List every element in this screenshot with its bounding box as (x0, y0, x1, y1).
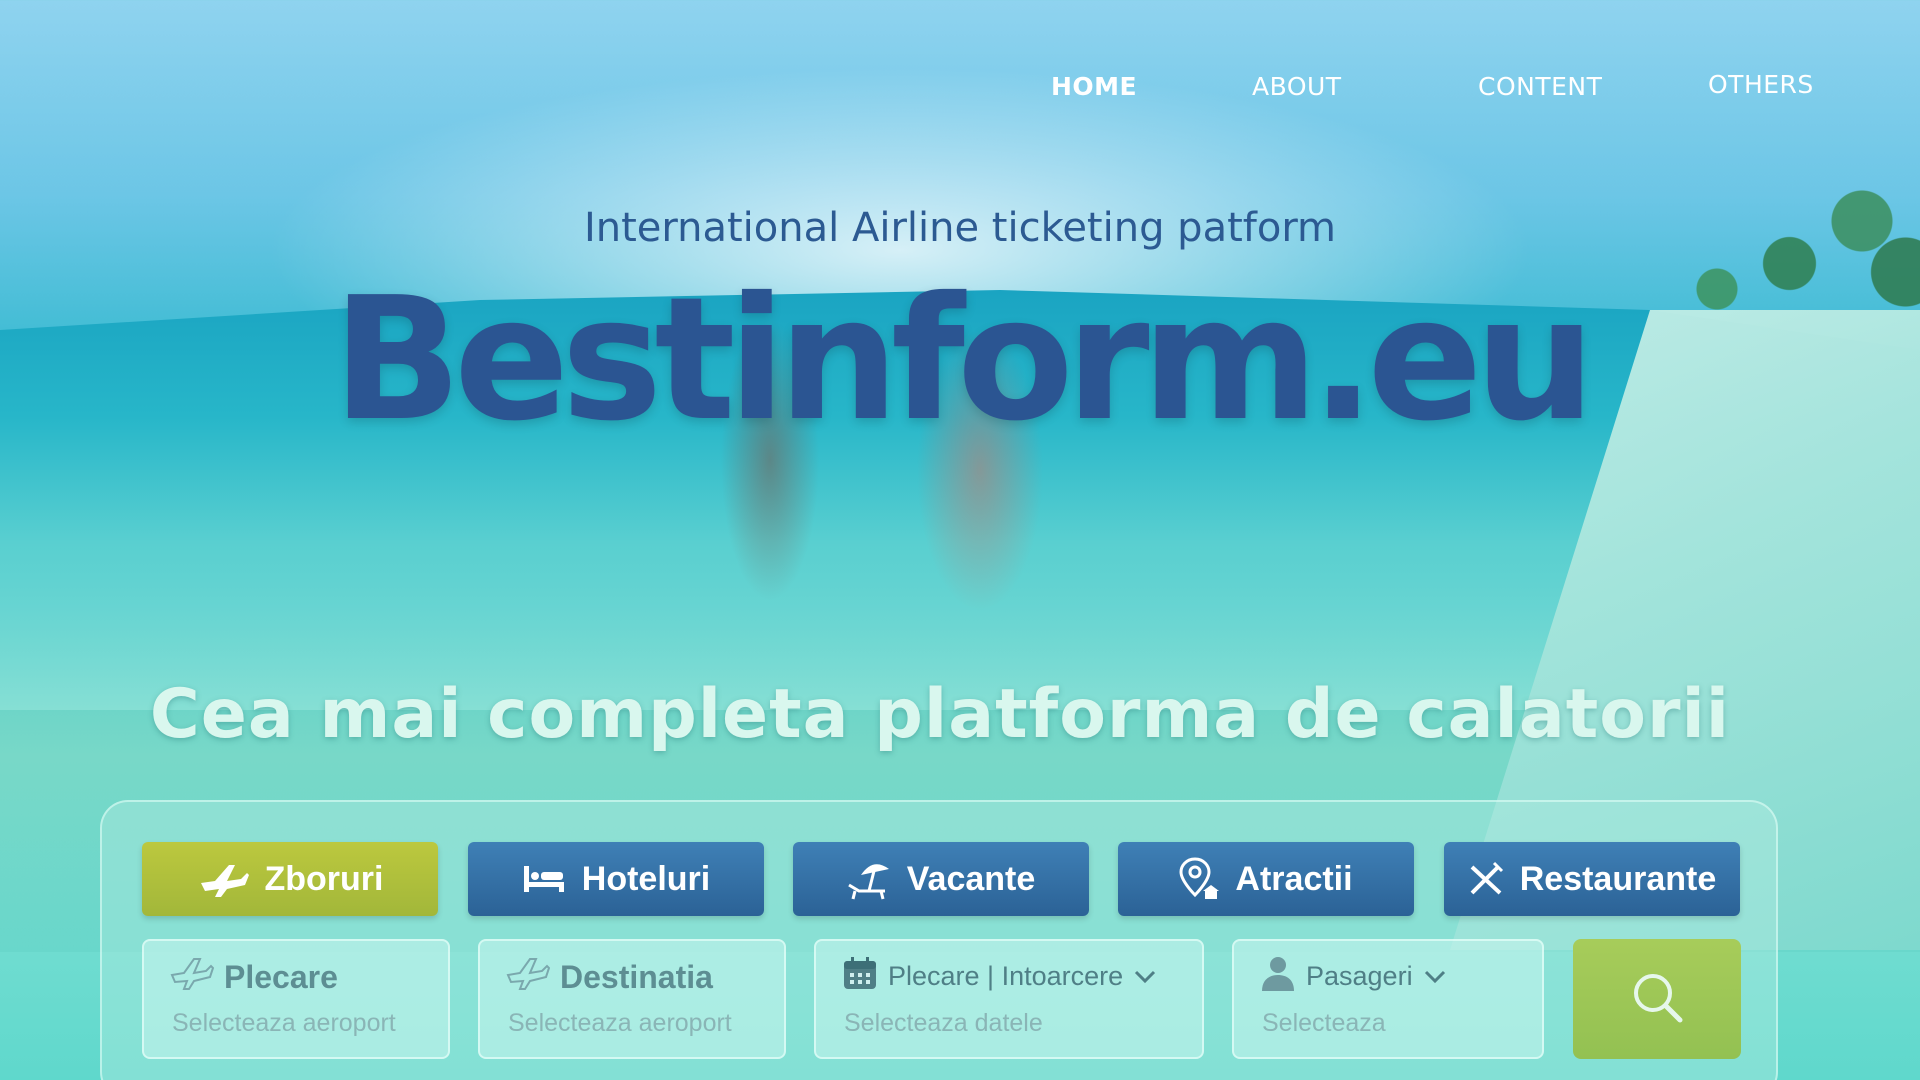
beach-umbrella-icon (847, 857, 891, 901)
main-nav: HOME ABOUT CONTENT OTHERS (1000, 70, 1860, 112)
tab-label: Vacante (906, 859, 1036, 898)
destination-label: Destinatia (560, 958, 713, 995)
brand-logo-text: Bestinform.eu (332, 261, 1595, 459)
nav-content[interactable]: CONTENT (1478, 72, 1602, 101)
passengers-placeholder: Selecteaza (1262, 1009, 1386, 1037)
destination-placeholder: Selecteaza aeroport (508, 1009, 732, 1037)
passengers-field[interactable]: Pasageri Selecteaza (1232, 939, 1544, 1059)
destination-field[interactable]: Destinatia Selecteaza aeroport (478, 939, 786, 1059)
tab-label: Restaurante (1519, 859, 1717, 898)
passengers-label: Pasageri (1306, 961, 1413, 991)
location-pin-icon (1179, 857, 1220, 901)
nav-about[interactable]: ABOUT (1252, 72, 1342, 101)
tab-label: Hoteluri (581, 859, 711, 898)
airplane-icon (197, 859, 249, 899)
dates-label: Plecare | Intoarcere (888, 961, 1124, 991)
dates-placeholder: Selecteaza datele (844, 1009, 1043, 1037)
search-icon (1629, 969, 1685, 1030)
chevron-down-icon (1423, 961, 1447, 992)
calendar-icon (842, 955, 878, 998)
airplane-outline-icon (506, 955, 551, 999)
search-panel: Zboruri Hoteluri Vacante Atractii Restau… (100, 800, 1778, 1080)
nav-home[interactable]: HOME (1051, 72, 1137, 101)
dates-field[interactable]: Plecare | Intoarcere Selecteaza datele (814, 939, 1204, 1059)
departure-placeholder: Selecteaza aeroport (172, 1009, 396, 1037)
cutlery-icon (1468, 861, 1504, 897)
tab-hoteluri[interactable]: Hoteluri (468, 842, 764, 916)
tab-vacante[interactable]: Vacante (793, 842, 1089, 916)
chevron-down-icon (1133, 961, 1157, 992)
tab-restaurante[interactable]: Restaurante (1444, 842, 1740, 916)
departure-field[interactable]: Plecare Selecteaza aeroport (142, 939, 450, 1059)
tab-label: Zboruri (264, 859, 384, 898)
airplane-outline-icon (170, 955, 215, 999)
departure-label: Plecare (224, 958, 338, 995)
tab-zboruri[interactable]: Zboruri (142, 842, 438, 916)
tab-atractii[interactable]: Atractii (1118, 842, 1414, 916)
search-button[interactable] (1573, 939, 1741, 1059)
hero-tagline: International Airline ticketing patform (583, 205, 1337, 251)
bed-icon (522, 864, 566, 894)
tab-label: Atractii (1235, 859, 1353, 898)
person-icon (1260, 955, 1296, 998)
hero-headline: Cea mai completa platforma de calatorii (149, 675, 1731, 754)
nav-others[interactable]: OTHERS (1708, 70, 1814, 99)
